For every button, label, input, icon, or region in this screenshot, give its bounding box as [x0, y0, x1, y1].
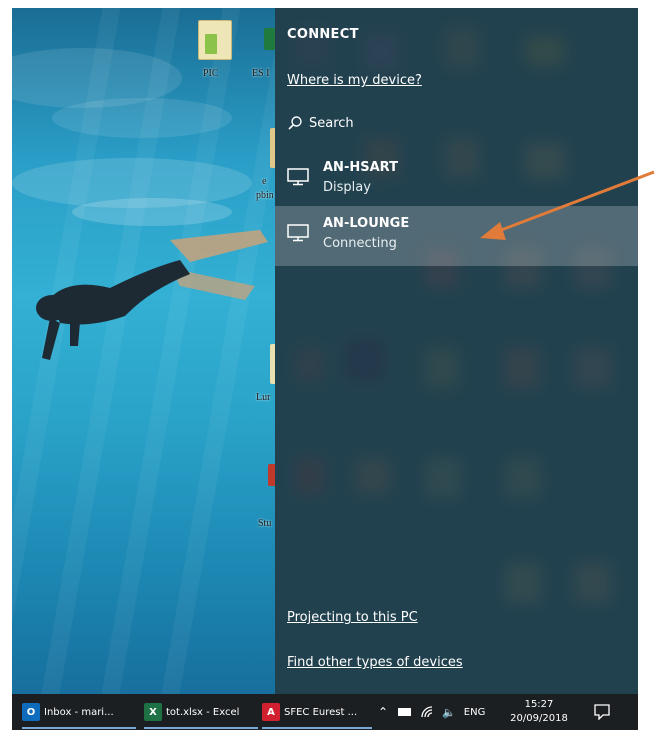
monitor-icon [287, 224, 309, 242]
monitor-icon [287, 168, 309, 186]
device-item-an-hsart[interactable]: AN-HSART Display [275, 150, 638, 210]
desktop-icon-label: Lur [256, 392, 271, 403]
search-label: Search [309, 115, 354, 131]
wifi-icon[interactable] [421, 706, 435, 718]
taskbar-app-outlook[interactable]: O Inbox - mari... [22, 698, 136, 729]
device-status: Connecting [323, 236, 397, 251]
battery-icon[interactable] [398, 708, 412, 716]
file-icon-overlay [205, 34, 217, 54]
excel-icon: X [144, 703, 162, 721]
taskbar-app-label: Inbox - mari... [44, 706, 114, 718]
device-status: Display [323, 180, 371, 195]
taskbar-app-label: SFEC Eurest ... [284, 706, 358, 718]
clock[interactable]: 15:27 20/09/2018 [510, 698, 568, 726]
taskbar-app-label: tot.xlsx - Excel [166, 706, 240, 718]
connect-panel: CONNECT Where is my device? Search AN-HS… [275, 8, 638, 694]
desktop-icon-label: e [262, 176, 267, 187]
desktop-icon-label: pbin [256, 190, 274, 201]
device-item-an-lounge[interactable]: AN-LOUNGE Connecting [275, 206, 638, 266]
desktop-icon-label: PIC [203, 68, 219, 79]
desktop-screen: PIC ES I e pbin Lur Stu CONNECT Where is… [12, 8, 638, 694]
diver-image [36, 230, 268, 360]
where-is-my-device-link[interactable]: Where is my device? [287, 73, 422, 88]
chevron-up-icon[interactable]: ⌃ [378, 705, 388, 719]
projecting-to-this-pc-link[interactable]: Projecting to this PC [287, 610, 418, 625]
search-button[interactable]: Search [287, 115, 354, 131]
panel-title: CONNECT [287, 27, 359, 42]
taskbar-app-acrobat[interactable]: A SFEC Eurest ... [262, 698, 372, 729]
clock-date: 20/09/2018 [510, 713, 568, 724]
taskbar: O Inbox - mari... X tot.xlsx - Excel A S… [12, 694, 638, 730]
volume-icon[interactable]: 🔈 [442, 706, 456, 719]
outlook-icon: O [22, 703, 40, 721]
acrobat-icon: A [262, 703, 280, 721]
desktop-wallpaper: PIC ES I e pbin Lur Stu [12, 8, 275, 694]
language-indicator[interactable]: ENG [464, 707, 486, 718]
clock-time: 15:27 [524, 699, 554, 710]
excel-file-icon [264, 28, 275, 50]
device-name: AN-HSART [323, 160, 398, 175]
desktop-icon-label: Stu [258, 518, 272, 529]
search-icon [288, 116, 302, 130]
system-tray: ⌃ 🔈 ENG [378, 694, 485, 730]
desktop-icon-label: ES I [252, 68, 270, 79]
taskbar-app-excel[interactable]: X tot.xlsx - Excel [144, 698, 258, 729]
file-icon [268, 464, 275, 486]
action-center-icon[interactable] [594, 704, 610, 720]
find-other-devices-link[interactable]: Find other types of devices [287, 655, 463, 670]
device-name: AN-LOUNGE [323, 216, 410, 231]
